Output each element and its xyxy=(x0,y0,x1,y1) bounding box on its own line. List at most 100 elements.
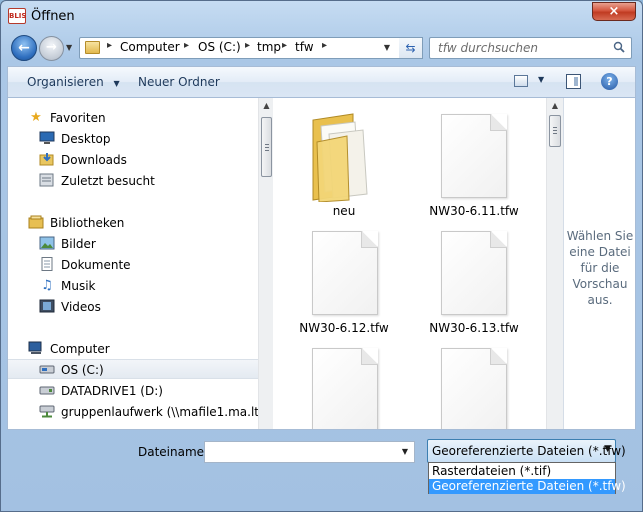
window-title: Öffnen xyxy=(31,9,75,24)
filetype-select[interactable]: Georeferenzierte Dateien (*.tfw) ▼ xyxy=(427,439,626,463)
file-list-scrollbar[interactable]: ▲ xyxy=(546,98,563,429)
sidebar-item-documents[interactable]: Dokumente xyxy=(8,255,258,275)
sidebar-item-network-drive[interactable]: gruppenlaufwerk (\\mafile1.ma.ltb.local) xyxy=(8,402,258,422)
sidebar-item-label: Computer xyxy=(50,342,110,356)
breadcrumb-tfw[interactable]: tfw xyxy=(295,40,314,54)
sidebar-item-label: Zuletzt besucht xyxy=(61,174,155,188)
scroll-thumb[interactable] xyxy=(261,117,272,177)
sidebar-item-label: OS (C:) xyxy=(61,363,104,377)
filename-input[interactable]: ▼ xyxy=(204,441,415,463)
refresh-button[interactable]: ⇆ xyxy=(399,37,423,59)
sidebar-item-favorites[interactable]: ★ Favoriten xyxy=(8,108,258,128)
sidebar-item-label: Bibliotheken xyxy=(50,216,125,230)
breadcrumb-computer[interactable]: Computer xyxy=(120,40,180,54)
sidebar-item-desktop[interactable]: Desktop xyxy=(8,129,258,149)
file-item-tfw[interactable]: NW30-6.13.tfw xyxy=(414,219,534,335)
filetype-option-tif[interactable]: Rasterdateien (*.tif) xyxy=(429,464,615,479)
folder-icon xyxy=(312,113,368,202)
file-item-partial[interactable] xyxy=(284,336,404,429)
scroll-up-arrow[interactable]: ▲ xyxy=(259,98,274,113)
search-placeholder: tfw durchsuchen xyxy=(438,41,538,55)
pictures-icon xyxy=(39,236,55,251)
chevron-right-icon[interactable]: ▸ xyxy=(184,40,189,51)
sidebar-item-downloads[interactable]: Downloads xyxy=(8,150,258,170)
sidebar-item-pictures[interactable]: Bilder xyxy=(8,234,258,254)
dialog-body: ★ Favoriten Desktop Downloads Zuletzt be… xyxy=(7,97,636,430)
search-icon xyxy=(613,41,625,53)
chevron-right-icon[interactable]: ▸ xyxy=(107,40,112,51)
file-document-icon xyxy=(441,231,507,315)
chevron-down-icon: ▼ xyxy=(113,79,120,88)
sidebar-item-label: Downloads xyxy=(61,153,127,167)
sidebar-item-label: Dokumente xyxy=(61,258,131,272)
sidebar-item-recent[interactable]: Zuletzt besucht xyxy=(8,171,258,191)
sidebar-item-libraries[interactable]: Bibliotheken xyxy=(8,213,258,233)
sidebar-item-label: Favoriten xyxy=(50,111,106,125)
sidebar-item-label: DATADRIVE1 (D:) xyxy=(61,384,163,398)
chevron-right-icon[interactable]: ▸ xyxy=(282,40,287,51)
filetype-dropdown-list: Rasterdateien (*.tif) Georeferenzierte D… xyxy=(428,462,626,494)
preview-message: Wählen Sie eine Datei für die Vorschau a… xyxy=(566,229,634,307)
preview-pane: Wählen Sie eine Datei für die Vorschau a… xyxy=(563,98,635,429)
sidebar-item-label: Videos xyxy=(61,300,101,314)
preview-pane-toggle-icon[interactable] xyxy=(566,74,581,89)
sidebar-item-os-c[interactable]: OS (C:) xyxy=(8,359,258,379)
file-item-tfw[interactable]: NW30-6.12.tfw xyxy=(284,219,404,335)
sidebar-item-label: Musik xyxy=(61,279,96,293)
sidebar-item-computer[interactable]: Computer xyxy=(8,339,258,359)
navigation-scrollbar[interactable]: ▲ xyxy=(258,98,273,429)
computer-icon xyxy=(28,341,44,356)
sidebar-item-datadrive-d[interactable]: DATADRIVE1 (D:) xyxy=(8,381,258,401)
history-dropdown-button[interactable]: ▼ xyxy=(66,41,76,55)
filetype-selected: Georeferenzierte Dateien (*.tfw) xyxy=(432,444,626,458)
forward-button[interactable]: → xyxy=(39,36,64,61)
navigation-bar: ← → ▼ ▸ Computer ▸ OS (C:) ▸ tmp ▸ tfw ▸… xyxy=(1,33,642,63)
help-icon[interactable]: ? xyxy=(601,73,618,90)
chevron-right-icon[interactable]: ▸ xyxy=(245,40,250,51)
drive-icon xyxy=(39,383,55,398)
sidebar-item-label: Bilder xyxy=(61,237,96,251)
drive-icon xyxy=(39,362,55,377)
sidebar-item-music[interactable]: ♫ Musik xyxy=(8,276,258,296)
file-name: NW30-6.11.tfw xyxy=(429,204,519,218)
chevron-down-icon[interactable]: ▼ xyxy=(398,444,412,460)
chevron-right-icon[interactable]: ▸ xyxy=(322,40,327,51)
organize-label: Organisieren xyxy=(27,75,104,89)
sidebar-item-label: gruppenlaufwerk (\\mafile1.ma.ltb.local) xyxy=(61,405,258,419)
address-dropdown-icon[interactable]: ▼ xyxy=(380,40,394,56)
file-name: NW30-6.13.tfw xyxy=(429,321,519,335)
address-bar[interactable]: ▸ Computer ▸ OS (C:) ▸ tmp ▸ tfw ▸ ▼ xyxy=(79,37,422,59)
navigation-pane: ★ Favoriten Desktop Downloads Zuletzt be… xyxy=(8,98,258,429)
filetype-option-tfw[interactable]: Georeferenzierte Dateien (*.tfw) xyxy=(429,479,626,494)
chevron-down-icon[interactable]: ▼ xyxy=(604,444,611,454)
filename-label: Dateiname: xyxy=(138,445,209,459)
sidebar-item-videos[interactable]: Videos xyxy=(8,297,258,317)
organize-button[interactable]: Organisieren ▼ xyxy=(27,75,120,89)
sidebar-item-label: Desktop xyxy=(61,132,111,146)
close-button[interactable]: × xyxy=(592,2,636,21)
file-document-icon xyxy=(312,348,378,429)
file-item-tfw[interactable]: NW30-6.11.tfw xyxy=(414,102,534,218)
file-item-partial[interactable] xyxy=(414,336,534,429)
scroll-up-arrow[interactable]: ▲ xyxy=(547,98,563,113)
breadcrumb-tmp[interactable]: tmp xyxy=(257,40,281,54)
breadcrumb-os-c[interactable]: OS (C:) xyxy=(198,40,241,54)
file-item-folder[interactable]: neu xyxy=(284,102,404,218)
documents-icon xyxy=(39,257,55,272)
scroll-thumb[interactable] xyxy=(549,115,561,147)
back-button[interactable]: ← xyxy=(11,35,37,61)
file-document-icon xyxy=(312,231,378,315)
file-document-icon xyxy=(441,114,507,198)
file-name: NW30-6.12.tfw xyxy=(299,321,389,335)
view-mode-icon[interactable] xyxy=(514,75,528,87)
desktop-icon xyxy=(39,131,55,146)
libraries-icon xyxy=(28,215,44,230)
open-dialog: BLIS Öffnen × ← → ▼ ▸ Computer ▸ OS (C:)… xyxy=(0,0,643,512)
file-list: neu NW30-6.11.tfw NW30-6.12.tfw NW30-6.1… xyxy=(274,98,545,429)
app-icon: BLIS xyxy=(8,8,26,24)
search-input[interactable]: tfw durchsuchen xyxy=(429,37,632,59)
folder-icon xyxy=(85,41,100,54)
title-bar[interactable]: BLIS Öffnen × xyxy=(1,1,642,33)
new-folder-button[interactable]: Neuer Ordner xyxy=(138,75,220,89)
chevron-down-icon[interactable]: ▼ xyxy=(538,75,544,84)
